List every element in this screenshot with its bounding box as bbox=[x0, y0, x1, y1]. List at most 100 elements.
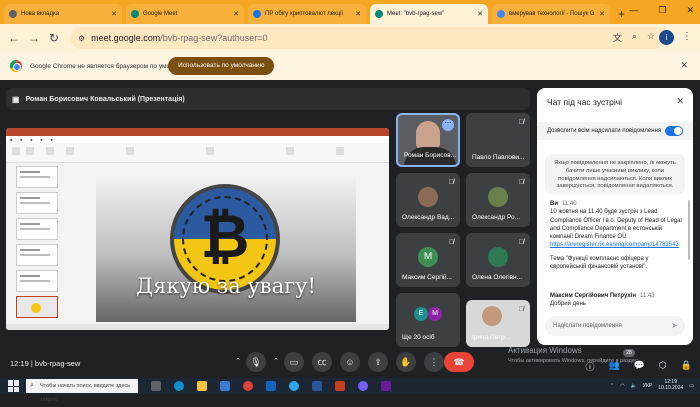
activities-icon[interactable]: ⬡ bbox=[659, 360, 667, 373]
close-tab-icon[interactable]: ✕ bbox=[599, 10, 605, 18]
telegram-icon[interactable] bbox=[289, 381, 299, 391]
chat-message-input[interactable]: Надіслати повідомлення ➤ bbox=[545, 316, 685, 336]
close-tab-icon[interactable]: ✕ bbox=[111, 10, 117, 18]
more-options-icon[interactable]: ⋯ bbox=[442, 119, 454, 131]
powerpoint-icon[interactable] bbox=[335, 381, 345, 391]
notifications-icon[interactable]: ▭ bbox=[689, 383, 694, 389]
close-chat-icon[interactable]: ✕ bbox=[676, 96, 684, 107]
video-options-chevron-icon[interactable]: ⌃ bbox=[270, 352, 282, 372]
store-icon[interactable] bbox=[220, 381, 230, 391]
allow-messages-label: Дозволити всім надсилати повідомлення bbox=[547, 128, 662, 134]
profile-avatar[interactable]: i bbox=[659, 30, 674, 45]
network-icon[interactable]: ◠ bbox=[620, 383, 624, 389]
slide-thumbnail bbox=[16, 244, 58, 266]
word-icon[interactable] bbox=[312, 381, 322, 391]
chat-scrollbar[interactable] bbox=[688, 200, 690, 260]
taskbar-clock[interactable]: 12:19 10.10.2024 bbox=[658, 379, 683, 391]
new-tab-button[interactable]: + bbox=[618, 7, 625, 21]
system-tray: ⌃ ◠ 🔈 УКР 12:19 10.10.2024 ▭ bbox=[610, 379, 694, 391]
more-options-button[interactable]: ⋮ bbox=[424, 352, 444, 372]
reload-icon[interactable]: ↻ bbox=[44, 31, 64, 45]
chat-panel: Чат під час зустрічі ✕ Дозволити всім на… bbox=[537, 88, 693, 345]
reactions-button[interactable]: ☺ bbox=[340, 352, 360, 372]
slide-thumbnail bbox=[16, 192, 58, 214]
participant-tile[interactable]: 🎙̸ Ірина Петр... bbox=[466, 300, 530, 347]
message-link[interactable]: https://areregister.rik.ee/eng/company/1… bbox=[550, 241, 684, 249]
participant-tile[interactable]: 🎙̸ Павло Павлови... bbox=[466, 113, 530, 167]
tab-label: Нова вкладка bbox=[21, 11, 60, 17]
tab-label: Google Meet bbox=[143, 11, 178, 17]
windows-taskbar: Чтобы начать поиск, введите здесь запрос… bbox=[0, 378, 700, 403]
close-tab-icon[interactable]: ✕ bbox=[233, 10, 239, 18]
meeting-code: bvb-rpag-sew bbox=[34, 359, 81, 368]
taskbar-search-box[interactable]: Чтобы начать поиск, введите здесь запрос bbox=[26, 379, 138, 403]
more-participants-tile[interactable]: Е М Ще 20 осіб bbox=[396, 293, 460, 347]
message-author: Максим Сергійович Петрухін bbox=[550, 293, 636, 299]
tab-new-tab[interactable]: Нова вкладка ✕ bbox=[4, 4, 122, 24]
tray-chevron-icon[interactable]: ⌃ bbox=[610, 383, 614, 389]
people-icon[interactable]: 👥 bbox=[608, 360, 619, 373]
forward-icon[interactable]: → bbox=[24, 31, 44, 45]
site-info-icon[interactable]: ⚙ bbox=[78, 34, 85, 43]
camera-button[interactable]: ▭ bbox=[284, 352, 304, 372]
back-icon[interactable]: ← bbox=[4, 31, 24, 45]
ppt-ribbon-tab: ■ bbox=[30, 137, 33, 142]
meet-stage: ▣ Роман Борисович Ковальський (Презентац… bbox=[0, 80, 700, 378]
tab-lectures[interactable]: ПР обігу криптовалют лекції ✕ bbox=[248, 4, 366, 24]
tab-search[interactable]: вмерував технології - Пошук G ✕ bbox=[492, 4, 610, 24]
volume-icon[interactable]: 🔈 bbox=[631, 383, 637, 389]
participant-initial-avatar: Е bbox=[414, 307, 428, 321]
microphone-button[interactable]: 🎙 bbox=[246, 352, 266, 372]
meet-favicon-icon bbox=[375, 10, 383, 18]
host-controls-icon[interactable]: 🔒 bbox=[681, 360, 692, 373]
maximize-icon[interactable]: ❐ bbox=[658, 5, 666, 16]
allow-messages-row: Дозволити всім надсилати повідомлення bbox=[537, 122, 693, 140]
participant-tile[interactable]: 🎙̸ Олександр Ро... bbox=[466, 173, 530, 227]
close-tab-icon[interactable]: ✕ bbox=[477, 10, 483, 18]
close-infobar-icon[interactable]: ✕ bbox=[680, 60, 688, 71]
mic-off-icon: 🎙̸ bbox=[448, 239, 454, 246]
windows-start-icon[interactable] bbox=[8, 380, 20, 392]
current-slide: ₿ Дякую за увагу! bbox=[96, 176, 356, 322]
browser-tab-strip: Нова вкладка ✕ Google Meet ✕ ПР обігу кр… bbox=[0, 0, 700, 24]
tab-meet-call[interactable]: Meet: "bvb-rpag-sew" ✕ bbox=[370, 4, 488, 24]
participant-avatar bbox=[488, 187, 508, 207]
present-button[interactable]: ⇪ bbox=[368, 352, 388, 372]
leave-call-button[interactable]: ☎ bbox=[444, 352, 474, 372]
app-icon[interactable] bbox=[381, 381, 391, 391]
tab-google-meet[interactable]: Google Meet ✕ bbox=[126, 4, 244, 24]
close-tab-icon[interactable]: ✕ bbox=[355, 10, 361, 18]
chat-icon[interactable]: 💬 bbox=[634, 360, 645, 373]
raise-hand-button[interactable]: ✋ bbox=[396, 352, 416, 372]
participant-tile[interactable]: 🎙̸ Олександр Вад... bbox=[396, 173, 460, 227]
chrome-icon[interactable] bbox=[243, 381, 253, 391]
captions-button[interactable]: ㏄ bbox=[312, 352, 332, 372]
file-explorer-icon[interactable] bbox=[197, 381, 207, 391]
ppt-ribbon-button bbox=[206, 147, 214, 155]
audio-options-chevron-icon[interactable]: ⌃ bbox=[232, 352, 244, 372]
task-view-icon[interactable] bbox=[151, 381, 161, 391]
viber-icon[interactable] bbox=[358, 381, 368, 391]
participant-tile-self[interactable]: ⋯ Роман Борисов... bbox=[396, 113, 460, 167]
participant-tile[interactable]: 🎙̸ М Максим Сергій... bbox=[396, 233, 460, 287]
bookmark-star-icon[interactable]: ☆ bbox=[647, 31, 655, 44]
allow-messages-toggle[interactable] bbox=[665, 126, 683, 136]
meeting-info-icon[interactable]: ⓘ bbox=[585, 360, 594, 373]
ppt-ribbon-button bbox=[12, 147, 20, 155]
chrome-menu-icon[interactable]: ⋮ bbox=[682, 31, 692, 42]
zoom-icon[interactable]: ⌕ bbox=[632, 31, 637, 44]
participant-tile[interactable]: 🎙̸ Олена Олегівн... bbox=[466, 233, 530, 287]
edge-icon[interactable] bbox=[174, 381, 184, 391]
chat-input-placeholder: Надіслати повідомлення bbox=[553, 323, 622, 329]
language-indicator[interactable]: УКР bbox=[643, 383, 652, 389]
tab-label: ПР обігу криптовалют лекції bbox=[265, 11, 344, 17]
minimize-icon[interactable]: — bbox=[629, 5, 638, 16]
url-field[interactable]: ⚙ meet.google.com/bvb-rpag-sew?authuser=… bbox=[70, 27, 665, 49]
slide-thumbnail-selected bbox=[16, 296, 58, 318]
set-default-button[interactable]: Использовать по умолчанию bbox=[168, 57, 275, 75]
mail-icon[interactable] bbox=[266, 381, 276, 391]
close-window-icon[interactable]: ✕ bbox=[686, 5, 694, 16]
translate-icon[interactable]: 文 bbox=[613, 31, 622, 44]
send-icon[interactable]: ➤ bbox=[671, 316, 678, 336]
mic-off-icon: 🎙̸ bbox=[518, 179, 524, 186]
